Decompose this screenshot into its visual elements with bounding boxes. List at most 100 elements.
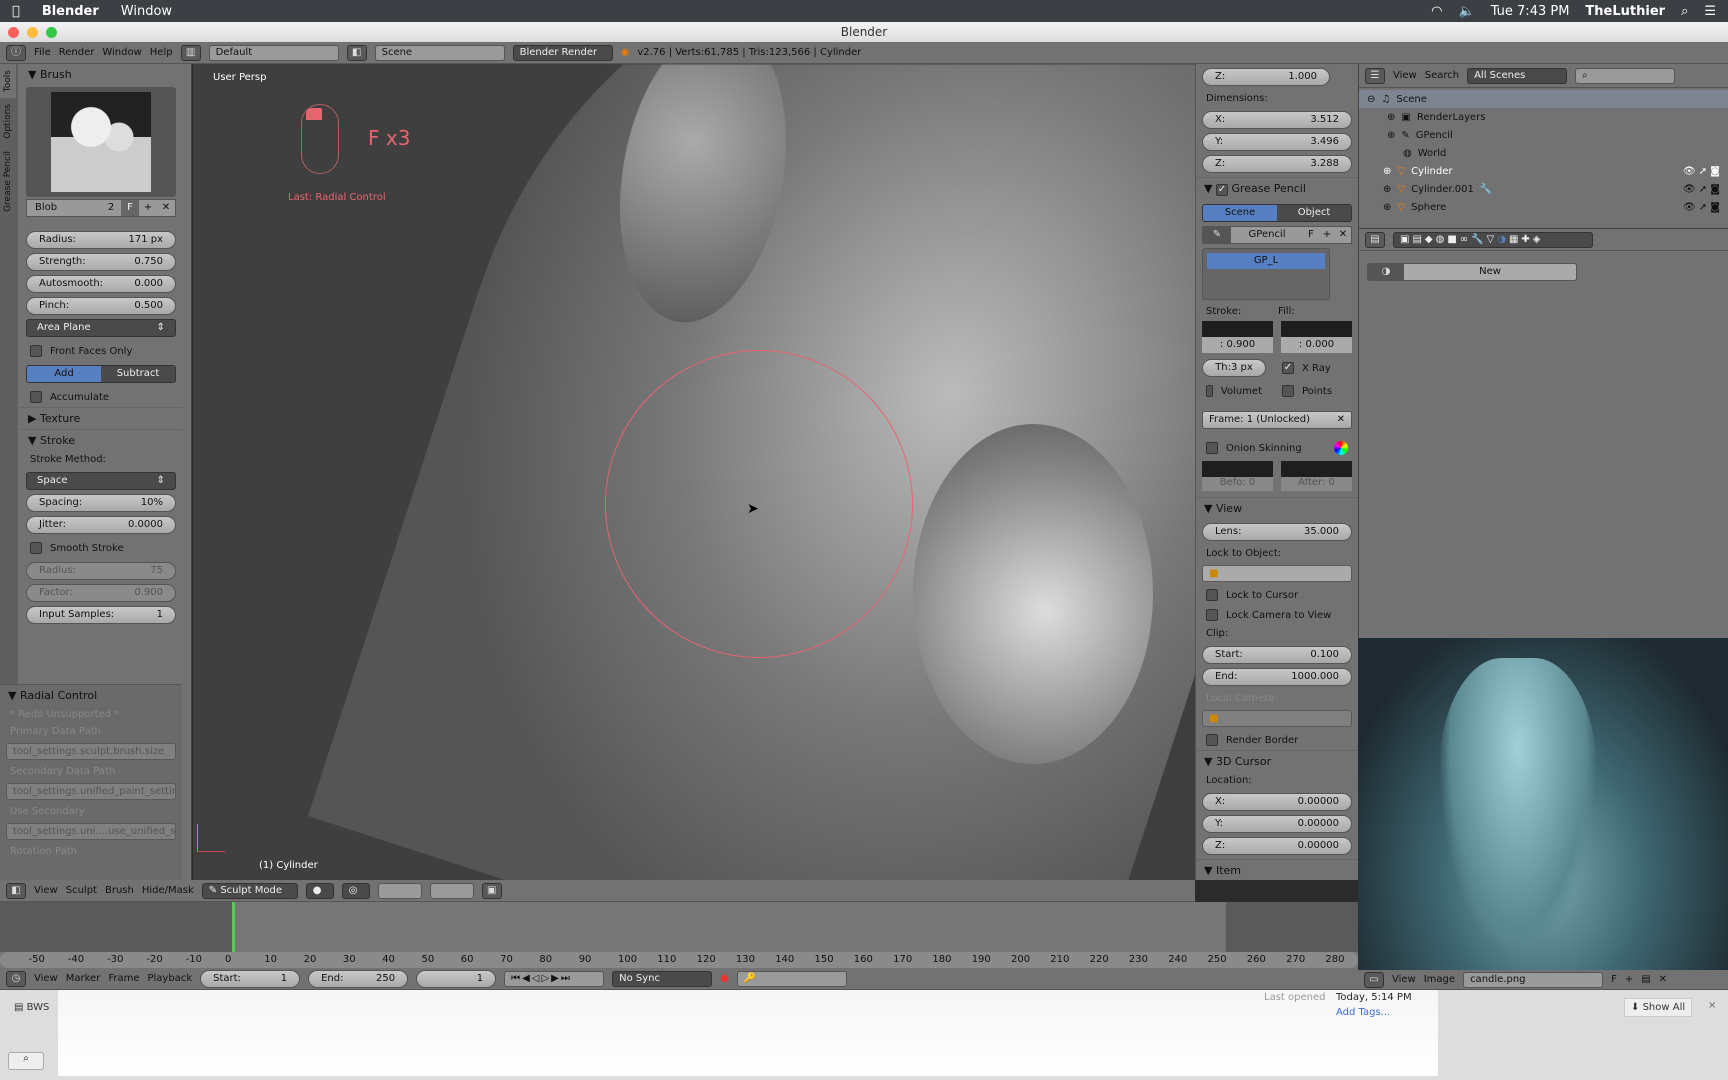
properties-context-tabs[interactable]: ▣▤◆◍■∞🔧▽◑▦✚◈ [1393,231,1593,248]
tab-tools[interactable]: Tools [0,64,16,99]
cursor-x-field[interactable]: X: 0.00000 [1202,793,1352,811]
menu-help[interactable]: Help [150,47,173,58]
timeline-view-menu[interactable]: View [34,973,58,984]
radial-control-title[interactable]: Radial Control [20,689,97,702]
layout-icon[interactable]: ▥ [180,44,201,61]
file-item[interactable]: ▤ BWS [14,1002,49,1013]
texture-panel-title[interactable]: Texture [40,412,80,425]
image-name-field[interactable]: candle.png [1463,971,1604,988]
input-samples-field[interactable]: Input Samples: 1 [26,606,176,624]
gp-scene-button[interactable]: Scene [1203,205,1277,221]
add-gp-icon[interactable]: + [1319,227,1335,243]
dim-y-field[interactable]: Y: 3.496 [1202,133,1352,151]
editor-type-info-icon[interactable]: ⓘ [6,44,26,61]
zoom-window-button[interactable] [46,27,57,38]
collapse-icon[interactable]: ⊖ [1367,94,1375,105]
playback-controls[interactable]: ⏮◀◁▷▶⏭ [504,970,605,987]
brush-panel-title[interactable]: Brush [40,68,72,81]
lock-object-field[interactable]: ■ [1202,565,1352,582]
pencil-icon[interactable]: ✎ [1203,227,1231,243]
tab-grease-pencil[interactable]: Grease Pencil [0,145,16,218]
clip-end-field[interactable]: End: 1000.000 [1202,668,1352,686]
outliner-item-sphere[interactable]: ⊕ ▽ Sphere 👁 ➚ ◙ [1359,198,1728,216]
image-menu[interactable]: Image [1424,974,1455,985]
wifi-icon[interactable]: ◠ [1431,4,1442,19]
after-field[interactable]: After: 0 [1281,477,1352,491]
stroke-color-swatch[interactable] [1202,321,1273,337]
outliner-item-scene[interactable]: ⊖ ♫ Scene [1359,90,1728,108]
outliner-search-input[interactable]: ⌕ [1575,67,1676,84]
points-checkbox[interactable]: Points [1272,381,1342,401]
window-menu[interactable]: Window [121,4,172,19]
local-camera-field[interactable]: ■ [1202,710,1352,727]
outliner-item-cylinder-001[interactable]: ⊕ ▽ Cylinder.001 🔧 👁 ➚ ◙ [1359,180,1728,198]
expand-icon[interactable]: ⊕ [1383,166,1391,177]
outliner-editor-icon[interactable]: ☰ [1365,67,1385,84]
material-icon[interactable]: ◑ [1368,264,1404,280]
subtract-button[interactable]: Subtract [101,366,175,382]
outliner-item-cylinder[interactable]: ⊕ ▽ Cylinder 👁 ➚ ◙ [1359,162,1728,180]
color-wheel-icon[interactable] [1334,441,1348,455]
grease-pencil-checkbox[interactable]: ✓ [1215,184,1228,196]
expand-icon[interactable]: ⊕ [1383,202,1391,213]
apple-icon[interactable]:  [12,4,20,19]
view-panel-title[interactable]: View [1216,502,1242,515]
stroke-panel-title[interactable]: Stroke [40,434,75,447]
secondary-path-field[interactable]: tool_settings.unified_paint_settin... [6,783,176,800]
render-engine-select[interactable]: Blender Render [512,44,613,61]
dim-x-field[interactable]: X: 3.512 [1202,111,1352,129]
show-all-button[interactable]: ⬇ Show All [1624,998,1693,1017]
frame-menu[interactable]: Frame [108,973,139,984]
sync-select[interactable]: No Sync [612,970,713,987]
visibility-icons[interactable]: 👁 ➚ ◙ [1683,202,1720,213]
close-window-button[interactable] [8,27,19,38]
onion-skinning-checkbox[interactable]: Onion Skinning [1196,437,1358,459]
lock-cursor-checkbox[interactable]: Lock to Cursor [1196,585,1358,605]
after-color-swatch[interactable] [1281,461,1352,477]
grease-pencil-title[interactable]: Grease Pencil [1231,182,1305,195]
accumulate-checkbox[interactable]: Accumulate [20,387,182,407]
brush-users[interactable]: 2 [101,200,121,216]
outliner-filter-select[interactable]: All Scenes [1467,67,1568,84]
frame-lock-field[interactable]: Frame: 1 (Unlocked) ✕ [1202,411,1352,429]
brush-name[interactable]: Blob [27,200,101,216]
visibility-icons[interactable]: 👁 ➚ ◙ [1683,184,1720,195]
volume-icon[interactable]: 🔈 [1459,4,1475,19]
gp-fake-user[interactable]: F [1303,227,1319,243]
volumetric-checkbox[interactable]: Volumet [1196,381,1272,401]
layers-grid[interactable] [377,882,422,899]
stroke-opacity-field[interactable]: : 0.900 [1202,337,1273,353]
tab-options[interactable]: Options [0,98,16,145]
spotlight-icon[interactable]: ⌕ [1681,4,1688,19]
spacing-field[interactable]: Spacing: 10% [26,494,176,512]
pinch-field[interactable]: Pinch: 0.500 [26,297,176,315]
fill-opacity-field[interactable]: : 0.000 [1281,337,1352,353]
xray-checkbox[interactable]: ✓ X Ray [1272,358,1341,378]
visibility-icons[interactable]: 👁 ➚ ◙ [1683,166,1720,177]
3d-cursor-title[interactable]: 3D Cursor [1216,755,1271,768]
primary-path-field[interactable]: tool_settings.sculpt.brush.size [6,743,176,760]
stroke-method-select[interactable]: Space ⇕ [26,472,176,490]
record-icon[interactable]: ● [720,973,729,984]
scene-icon[interactable]: ◧ [346,44,367,61]
before-color-swatch[interactable] [1202,461,1273,477]
autosmooth-field[interactable]: Autosmooth: 0.000 [26,275,176,293]
smooth-radius-field[interactable]: Radius: 75 [26,562,176,580]
clock[interactable]: Tue 7:43 PM [1491,4,1570,19]
fake-user-button[interactable]: F [121,200,139,216]
menu-file[interactable]: File [34,47,51,58]
remove-gp-icon[interactable]: ✕ [1335,227,1351,243]
layout-select[interactable]: Default [208,44,339,61]
outliner-item-renderlayers[interactable]: ⊕ ▣ RenderLayers [1359,108,1728,126]
new-material-button[interactable]: New [1404,264,1576,280]
use-secondary-field[interactable]: tool_settings.uni....use_unified_size [6,823,176,840]
3d-view-editor-icon[interactable]: ◧ [6,882,26,899]
shading-select[interactable]: ● [305,882,334,899]
app-menu[interactable]: Blender [42,4,99,19]
brush-preview[interactable] [26,87,176,197]
properties-editor-icon[interactable]: ▤ [1365,231,1385,248]
scene-select[interactable]: Scene [374,44,505,61]
timeline-editor-icon[interactable]: ◷ [6,970,26,987]
end-frame-field[interactable]: End: 250 [308,969,409,988]
current-frame-field[interactable]: 1 [416,969,497,988]
